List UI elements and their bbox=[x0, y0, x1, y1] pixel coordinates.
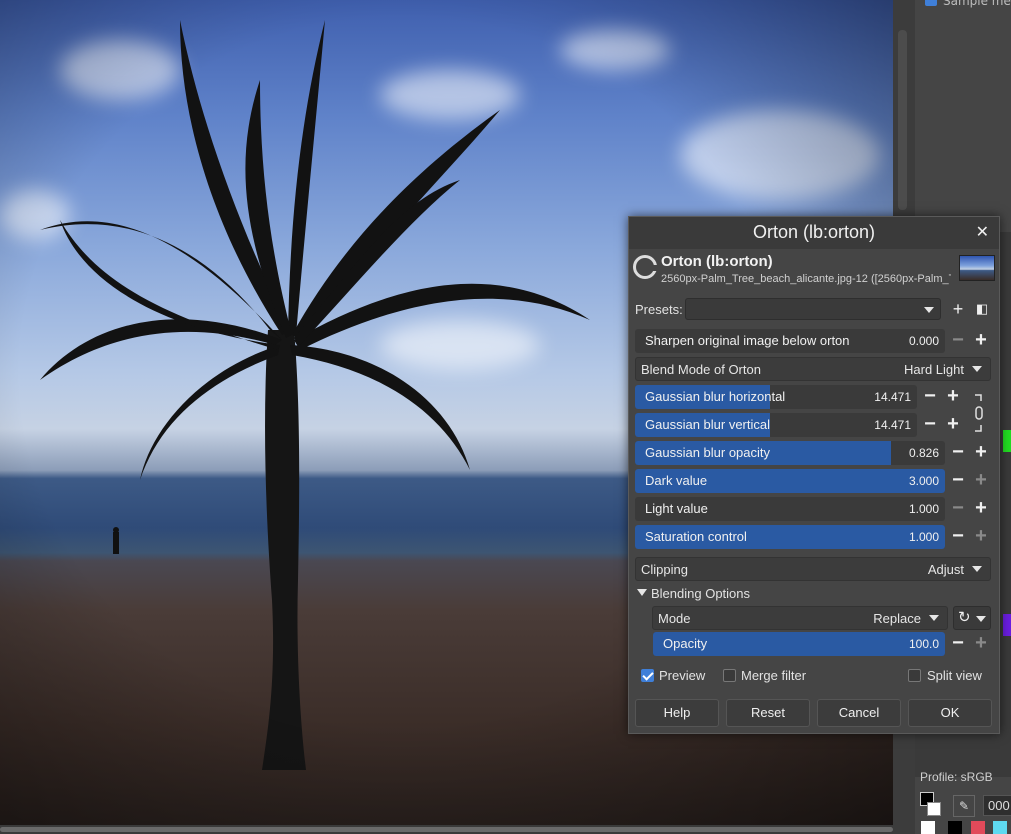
file-info: 2560px-Palm_Tree_beach_alicante.jpg-12 (… bbox=[661, 273, 951, 285]
blend-mode-value: Hard Light bbox=[904, 362, 964, 377]
minus-icon[interactable]: − bbox=[948, 498, 968, 520]
dark-value-label: Dark value bbox=[645, 473, 708, 488]
blend-mode-replace-combo[interactable]: Mode Replace bbox=[652, 606, 948, 630]
saturation-control-value[interactable]: 1.000 bbox=[909, 530, 939, 544]
minus-icon[interactable]: − bbox=[920, 414, 940, 436]
mode-value: Replace bbox=[873, 611, 921, 626]
preview-label: Preview bbox=[659, 668, 706, 683]
sharpen-label: Sharpen original image below orton bbox=[645, 333, 850, 348]
minus-icon[interactable]: − bbox=[948, 330, 968, 352]
orton-filter-dialog: Orton (lb:orton) ✕ Orton (lb:orton) 2560… bbox=[628, 216, 1000, 734]
plus-icon[interactable]: + bbox=[971, 470, 991, 492]
composite-icon: ↻ bbox=[958, 609, 971, 626]
plus-icon[interactable]: + bbox=[971, 498, 991, 520]
close-icon[interactable]: ✕ bbox=[976, 222, 989, 242]
filter-name: Orton (lb:orton) bbox=[661, 253, 773, 270]
preset-menu-icon[interactable]: ◧ bbox=[973, 299, 991, 319]
blur-opacity-value[interactable]: 0.826 bbox=[909, 446, 939, 460]
blur-horizontal-slider[interactable]: Gaussian blur horizontal 14.471 bbox=[635, 385, 917, 409]
split-view-label: Split view bbox=[927, 668, 982, 683]
blur-vertical-label: Gaussian blur vertical bbox=[645, 417, 770, 432]
dark-value-slider[interactable]: Dark value 3.000 bbox=[635, 469, 945, 493]
dock-scrollbar[interactable] bbox=[898, 30, 907, 210]
blur-horizontal-label: Gaussian blur horizontal bbox=[645, 389, 786, 404]
plus-icon[interactable]: + bbox=[971, 526, 991, 548]
minus-icon[interactable]: − bbox=[948, 442, 968, 464]
cancel-button[interactable]: Cancel bbox=[817, 699, 901, 727]
minus-icon[interactable]: − bbox=[920, 386, 940, 408]
gegl-logo-icon bbox=[633, 255, 657, 279]
presets-label: Presets: bbox=[635, 302, 683, 317]
layer-thumbnail bbox=[959, 255, 995, 281]
composite-mode-combo[interactable]: ↻ bbox=[953, 606, 991, 630]
opacity-slider[interactable]: Opacity 100.0 bbox=[653, 632, 945, 656]
plus-icon[interactable]: + bbox=[971, 442, 991, 464]
bg-color-swatch[interactable] bbox=[927, 802, 941, 816]
plus-icon[interactable]: + bbox=[943, 414, 963, 436]
opacity-value[interactable]: 100.0 bbox=[909, 637, 939, 651]
color-picker-icon[interactable]: ✎ bbox=[953, 795, 975, 817]
color-wheel-green[interactable] bbox=[1003, 430, 1011, 452]
light-value-slider[interactable]: Light value 1.000 bbox=[635, 497, 945, 521]
light-value-value[interactable]: 1.000 bbox=[909, 502, 939, 516]
sample-merged-label: Sample merged bbox=[943, 0, 1011, 8]
saturation-control-slider[interactable]: Saturation control 1.000 bbox=[635, 525, 945, 549]
minus-icon[interactable]: − bbox=[948, 526, 968, 548]
opacity-label: Opacity bbox=[663, 636, 708, 651]
chevron-down-icon bbox=[972, 366, 982, 372]
blur-opacity-slider[interactable]: Gaussian blur opacity 0.826 bbox=[635, 441, 945, 465]
dark-value-value[interactable]: 3.000 bbox=[909, 474, 939, 488]
clipping-label: Clipping bbox=[641, 562, 688, 577]
sharpen-slider[interactable]: Sharpen original image below orton 0.000 bbox=[635, 329, 945, 353]
add-preset-icon[interactable]: + bbox=[949, 299, 967, 319]
blur-opacity-label: Gaussian blur opacity bbox=[645, 445, 771, 460]
blur-vertical-value[interactable]: 14.471 bbox=[874, 418, 911, 432]
reset-button[interactable]: Reset bbox=[726, 699, 810, 727]
blur-vertical-slider[interactable]: Gaussian blur vertical 14.471 bbox=[635, 413, 917, 437]
blend-mode-label: Blend Mode of Orton bbox=[641, 362, 761, 377]
minus-icon[interactable]: − bbox=[948, 633, 968, 655]
help-button[interactable]: Help bbox=[635, 699, 719, 727]
ok-button[interactable]: OK bbox=[908, 699, 992, 727]
color-wheel-violet[interactable] bbox=[1003, 614, 1011, 636]
plus-icon[interactable]: + bbox=[971, 330, 991, 352]
scrollbar-thumb[interactable] bbox=[0, 827, 893, 832]
blur-horizontal-value[interactable]: 14.471 bbox=[874, 390, 911, 404]
plus-icon[interactable]: + bbox=[971, 633, 991, 655]
presets-combo[interactable] bbox=[685, 298, 941, 320]
swatch-black[interactable] bbox=[948, 821, 962, 834]
plus-icon[interactable]: + bbox=[943, 386, 963, 408]
merge-filter-label: Merge filter bbox=[741, 668, 807, 683]
chevron-down-icon bbox=[924, 307, 934, 313]
filter-header: Orton (lb:orton) 2560px-Palm_Tree_beach_… bbox=[629, 249, 999, 289]
chevron-down-icon bbox=[972, 566, 982, 572]
chain-link-icon[interactable] bbox=[973, 393, 985, 433]
expander-triangle-icon[interactable] bbox=[637, 589, 647, 596]
swatch-white[interactable] bbox=[921, 821, 935, 834]
dialog-titlebar[interactable]: Orton (lb:orton) ✕ bbox=[629, 217, 999, 249]
horizontal-scrollbar[interactable] bbox=[0, 825, 893, 834]
dialog-title: Orton (lb:orton) bbox=[752, 222, 876, 242]
minus-icon[interactable]: − bbox=[948, 470, 968, 492]
blending-options-header[interactable]: Blending Options bbox=[651, 586, 750, 601]
saturation-control-label: Saturation control bbox=[645, 529, 747, 544]
sample-merged-checkbox[interactable] bbox=[925, 0, 937, 6]
color-profile: Profile: sRGB bbox=[920, 770, 993, 784]
chevron-down-icon bbox=[929, 615, 939, 621]
mode-label: Mode bbox=[658, 611, 691, 626]
swatch-cyan[interactable] bbox=[993, 821, 1007, 834]
sharpen-value[interactable]: 0.000 bbox=[909, 334, 939, 348]
swatch-red[interactable] bbox=[971, 821, 985, 834]
light-value-label: Light value bbox=[645, 501, 708, 516]
clipping-combo[interactable]: Clipping Adjust bbox=[635, 557, 991, 581]
blend-mode-combo[interactable]: Blend Mode of Orton Hard Light bbox=[635, 357, 991, 381]
split-view-checkbox[interactable] bbox=[908, 669, 921, 682]
clipping-value: Adjust bbox=[927, 562, 964, 577]
merge-filter-checkbox[interactable] bbox=[723, 669, 736, 682]
chevron-down-icon bbox=[976, 616, 986, 622]
hex-color-field[interactable]: 000 bbox=[983, 795, 1011, 816]
preview-checkbox[interactable] bbox=[641, 669, 654, 682]
